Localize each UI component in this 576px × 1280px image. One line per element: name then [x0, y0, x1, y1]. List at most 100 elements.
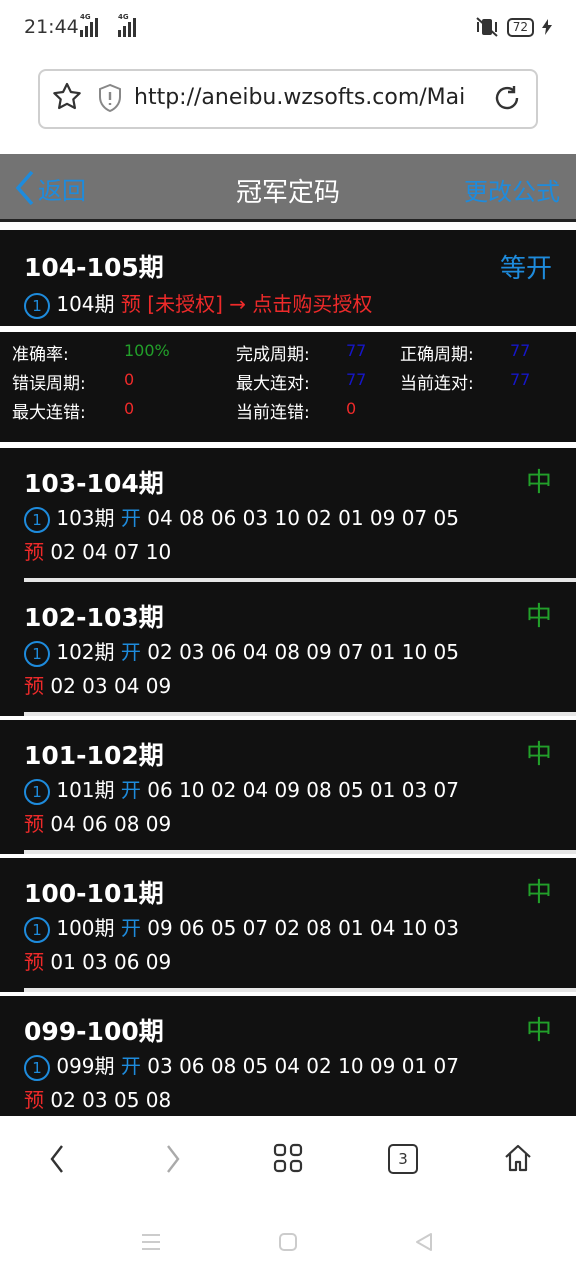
history-card: 099-100期 中 1 099期 开 03 06 08 05 04 02 10…	[0, 996, 576, 1116]
open-label: 开	[120, 916, 141, 940]
bookmark-star-icon[interactable]	[51, 81, 83, 117]
history-issue: 101期	[56, 778, 115, 802]
history-result: 中	[525, 740, 552, 770]
history-period-title: 102-103期	[24, 603, 164, 632]
home-system-icon[interactable]	[278, 1232, 298, 1256]
maxwin-value: 77	[346, 370, 367, 389]
pred-numbers: 02 03 05 08	[50, 1088, 172, 1112]
index-badge: 1	[24, 1054, 50, 1081]
history-issue: 100期	[56, 916, 115, 940]
menu-grid-icon[interactable]	[272, 1142, 304, 1178]
maxlose-value: 0	[124, 399, 135, 418]
index-badge: 1	[24, 506, 50, 533]
history-result: 中	[525, 602, 552, 632]
back-nav-icon[interactable]	[44, 1142, 72, 1180]
buy-auth-link[interactable]: [未授权] → 点击购买授权	[147, 292, 372, 316]
url-text[interactable]: http://aneibu.wzsofts.com/Mai...	[134, 85, 464, 110]
divider	[24, 988, 576, 992]
history-period-title: 099-100期	[24, 1017, 164, 1046]
current-period-line: 1 104期 预 [未授权] → 点击购买授权	[24, 288, 372, 319]
history-pred-line: 预 02 03 05 08	[24, 1084, 171, 1113]
battery-level: 72	[506, 17, 534, 37]
maxlose-label: 最大连错:	[12, 403, 86, 423]
history-issue: 099期	[56, 1054, 115, 1078]
history-period-title: 103-104期	[24, 469, 164, 498]
history-pred-line: 预 04 06 08 09	[24, 808, 171, 837]
correct-value: 77	[510, 341, 531, 360]
history-result: 中	[525, 468, 552, 498]
browser-toolbar: http://aneibu.wzsofts.com/Mai...	[0, 58, 576, 154]
status-bar: 21:44 4G 4G 72	[0, 0, 576, 58]
index-badge: 1	[24, 292, 50, 319]
pred-label: 预	[120, 292, 141, 316]
wrong-value: 0	[124, 370, 135, 389]
history-card: 100-101期 中 1 100期 开 09 06 05 07 02 08 01…	[0, 858, 576, 992]
pred-label: 预	[24, 812, 44, 836]
page-header: 返回 冠军定码 更改公式	[0, 154, 576, 222]
history-card: 103-104期 中 1 103期 开 04 08 06 03 10 02 01…	[0, 448, 576, 582]
system-nav-bar	[0, 1206, 576, 1280]
open-numbers: 02 03 06 04 08 09 07 01 10 05	[147, 640, 459, 664]
divider	[24, 712, 576, 716]
pred-numbers: 01 03 06 09	[50, 950, 172, 974]
browser-bottom-nav: 3	[0, 1116, 576, 1206]
history-open-line: 1 102期 开 02 03 06 04 08 09 07 01 10 05	[24, 636, 459, 667]
history-period-title: 100-101期	[24, 879, 164, 908]
signal-icon-2: 4G	[118, 13, 136, 37]
security-shield-icon[interactable]	[97, 83, 123, 117]
history-open-line: 1 100期 开 09 06 05 07 02 08 01 04 10 03	[24, 912, 459, 943]
back-system-icon[interactable]	[414, 1232, 434, 1256]
vibrate-icon	[476, 17, 498, 37]
open-numbers: 03 06 08 05 04 02 10 09 01 07	[147, 1054, 459, 1078]
accuracy-value: 100%	[124, 341, 170, 360]
curwin-label: 当前连对:	[400, 374, 474, 394]
maxwin-label: 最大连对:	[236, 374, 310, 394]
home-icon[interactable]	[502, 1142, 534, 1178]
index-badge: 1	[24, 916, 50, 943]
open-numbers: 06 10 02 04 09 08 05 01 03 07	[147, 778, 459, 802]
curlose-value: 0	[346, 399, 357, 418]
history-issue: 103期	[56, 506, 115, 530]
current-period-title: 104-105期	[24, 253, 164, 282]
history-pred-line: 预 02 03 04 09	[24, 670, 171, 699]
open-numbers: 04 08 06 03 10 02 01 09 07 05	[147, 506, 459, 530]
done-value: 77	[346, 341, 367, 360]
open-label: 开	[120, 506, 141, 530]
pred-numbers: 02 03 04 09	[50, 674, 172, 698]
recent-apps-icon[interactable]	[140, 1232, 162, 1256]
correct-label: 正确周期:	[400, 345, 474, 365]
pred-numbers: 02 04 07 10	[50, 540, 172, 564]
history-pred-line: 预 02 04 07 10	[24, 536, 171, 565]
history-period-title: 101-102期	[24, 741, 164, 770]
accuracy-label: 准确率:	[12, 345, 69, 365]
curlose-label: 当前连错:	[236, 403, 310, 423]
main-content: 104-105期 等开 1 104期 预 [未授权] → 点击购买授权 准确率:…	[0, 226, 576, 1116]
history-result: 中	[525, 878, 552, 908]
current-issue: 104期	[56, 292, 115, 316]
index-badge: 1	[24, 640, 50, 667]
status-time: 21:44	[24, 16, 79, 38]
done-label: 完成周期:	[236, 345, 310, 365]
forward-nav-icon[interactable]	[158, 1142, 186, 1180]
charging-icon	[542, 19, 552, 35]
reload-icon[interactable]	[492, 83, 522, 117]
history-open-line: 1 103期 开 04 08 06 03 10 02 01 09 07 05	[24, 502, 459, 533]
open-numbers: 09 06 05 07 02 08 01 04 10 03	[147, 916, 459, 940]
current-status: 等开	[499, 254, 552, 284]
history-open-line: 1 101期 开 06 10 02 04 09 08 05 01 03 07	[24, 774, 459, 805]
change-formula-button[interactable]: 更改公式	[464, 172, 560, 207]
curwin-value: 77	[510, 370, 531, 389]
stats-panel: 准确率: 100% 完成周期: 77 正确周期: 77 错误周期: 0 最大连对…	[0, 332, 576, 442]
history-issue: 102期	[56, 640, 115, 664]
tabs-count-button[interactable]: 3	[388, 1144, 418, 1174]
wrong-label: 错误周期:	[12, 374, 86, 394]
open-label: 开	[120, 1054, 141, 1078]
current-period-card: 104-105期 等开 1 104期 预 [未授权] → 点击购买授权	[0, 230, 576, 326]
history-pred-line: 预 01 03 06 09	[24, 946, 171, 975]
address-bar[interactable]: http://aneibu.wzsofts.com/Mai...	[38, 69, 538, 129]
open-label: 开	[120, 778, 141, 802]
history-card: 102-103期 中 1 102期 开 02 03 06 04 08 09 07…	[0, 582, 576, 716]
index-badge: 1	[24, 778, 50, 805]
pred-numbers: 04 06 08 09	[50, 812, 172, 836]
open-label: 开	[120, 640, 141, 664]
